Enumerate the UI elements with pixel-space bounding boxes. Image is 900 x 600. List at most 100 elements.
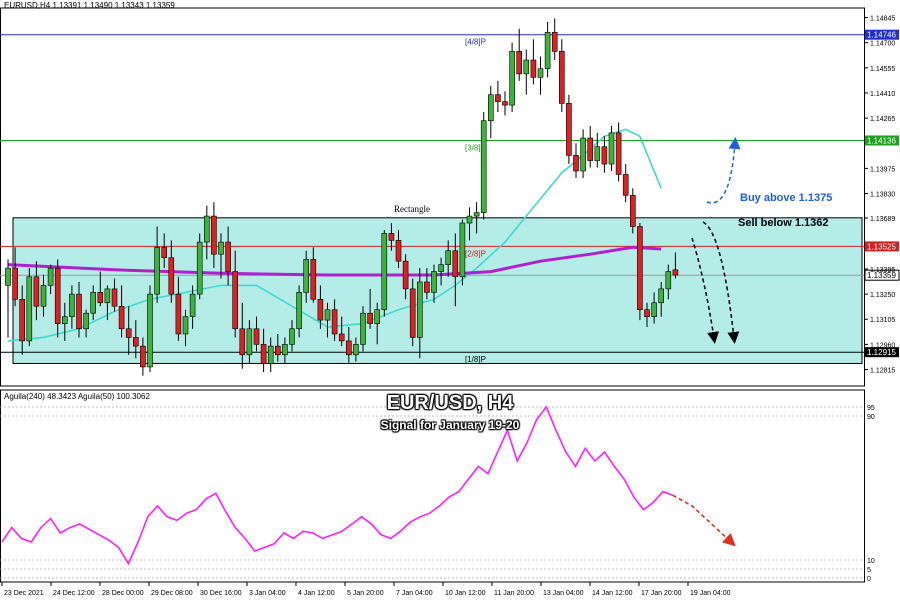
bull-candle-body bbox=[282, 344, 288, 356]
x-tick-label: 7 Jan 04:00 bbox=[396, 590, 433, 597]
bull-candle-body bbox=[90, 292, 96, 314]
price-tick-label: 1.13395 bbox=[870, 267, 895, 274]
x-tick-label: 28 Dec 00:00 bbox=[102, 590, 144, 597]
x-tick-label: 23 Dec 2021 bbox=[4, 590, 44, 597]
bull-candle-body bbox=[509, 51, 515, 106]
price-tick-label: 1.13975 bbox=[870, 166, 895, 173]
bull-candle-body bbox=[147, 293, 153, 368]
level-label-3: [1/8]P bbox=[465, 355, 486, 364]
osc-tick-label: 10 bbox=[867, 558, 875, 565]
bull-candle-body bbox=[40, 285, 47, 307]
bear-candle-body bbox=[573, 155, 579, 172]
bull-candle-body bbox=[473, 212, 480, 217]
bull-candle-body bbox=[360, 312, 366, 345]
chart-overlay-subtitle: Signal for January 19-20 bbox=[380, 418, 520, 432]
bear-candle-body bbox=[260, 344, 267, 364]
rectangle-label: Rectangle bbox=[394, 204, 430, 214]
bull-candle-body bbox=[104, 288, 111, 304]
bull-candle-body bbox=[5, 267, 11, 286]
candle bbox=[360, 306, 366, 352]
sell-annotation: Sell below 1.1362 bbox=[738, 217, 829, 229]
level-tag-3: 1.12915 bbox=[867, 348, 896, 357]
bear-candle-body bbox=[118, 305, 125, 330]
bull-candle-body bbox=[594, 146, 601, 161]
bull-candle-body bbox=[480, 120, 487, 213]
bear-candle-body bbox=[33, 276, 40, 307]
candle bbox=[566, 94, 572, 165]
bear-candle-body bbox=[502, 101, 508, 106]
bull-candle-body bbox=[665, 271, 672, 290]
bear-candle-body bbox=[495, 94, 501, 102]
bear-candle-body bbox=[140, 345, 146, 368]
bull-candle-body bbox=[289, 328, 295, 345]
bear-candle-body bbox=[558, 51, 565, 104]
candle bbox=[608, 125, 615, 171]
bear-candle-body bbox=[629, 194, 636, 227]
bear-candle-body bbox=[615, 132, 622, 175]
bull-candle-body bbox=[438, 264, 444, 272]
price-tick-label: 1.14265 bbox=[870, 116, 895, 123]
bear-candle-body bbox=[409, 288, 416, 338]
bull-candle-body bbox=[466, 215, 473, 224]
bull-candle-body bbox=[651, 302, 657, 317]
bull-candle-body bbox=[544, 31, 551, 69]
bear-candle-body bbox=[253, 328, 260, 345]
bull-candle-body bbox=[83, 312, 89, 330]
bull-candle-body bbox=[189, 293, 196, 317]
level-label-0: [4/8]P bbox=[465, 38, 486, 47]
bear-candle-body bbox=[54, 267, 61, 324]
level-tag-2: 1.13525 bbox=[867, 242, 896, 251]
bull-candle-body bbox=[381, 233, 388, 311]
price-tick-label: 1.13689 bbox=[870, 216, 895, 223]
candle bbox=[459, 219, 466, 286]
buy-annotation: Buy above 1.1375 bbox=[740, 192, 832, 204]
bull-candle-body bbox=[69, 293, 75, 317]
bear-candle-body bbox=[672, 269, 679, 276]
bull-candle-body bbox=[303, 259, 310, 293]
bear-candle-body bbox=[345, 340, 352, 356]
bull-candle-body bbox=[61, 316, 68, 324]
bear-candle-body bbox=[338, 333, 345, 342]
candle bbox=[409, 278, 416, 347]
bull-candle-body bbox=[182, 316, 189, 335]
x-tick-label: 11 Jan 20:00 bbox=[494, 590, 534, 597]
bull-candle-body bbox=[374, 309, 381, 324]
bull-candle-body bbox=[608, 132, 615, 165]
bear-candle-body bbox=[97, 292, 104, 304]
candle bbox=[381, 229, 388, 317]
bear-candle-body bbox=[551, 31, 558, 52]
price-tick-label: 1.13830 bbox=[870, 192, 895, 199]
rectangle-zone bbox=[12, 217, 863, 364]
candle bbox=[26, 268, 33, 347]
candle bbox=[147, 285, 153, 373]
price-tick-label: 1.14845 bbox=[870, 16, 895, 23]
price-tick-label: 1.14700 bbox=[870, 41, 895, 48]
bear-candle-body bbox=[76, 293, 82, 330]
price-tick-label: 1.14555 bbox=[870, 66, 895, 73]
bull-candle-body bbox=[26, 276, 33, 342]
bull-candle-body bbox=[196, 241, 203, 295]
bull-candle-body bbox=[246, 328, 253, 356]
bull-candle-body bbox=[580, 137, 586, 172]
bear-candle-body bbox=[211, 215, 217, 255]
bull-candle-body bbox=[523, 59, 530, 75]
bull-candle-body bbox=[537, 68, 544, 78]
bear-candle-body bbox=[317, 299, 324, 321]
price-tick-label: 1.12960 bbox=[870, 342, 895, 349]
x-tick-label: 14 Jan 12:00 bbox=[592, 590, 633, 597]
x-tick-label: 29 Dec 08:00 bbox=[151, 590, 193, 597]
price-tick-label: 1.14410 bbox=[870, 91, 895, 98]
bear-candle-body bbox=[566, 103, 572, 156]
bull-candle-body bbox=[218, 241, 224, 255]
candle bbox=[480, 112, 487, 220]
eurusd-h4-chart: Rectangle[4/8]P1.14746[3/8]P1.14136[2/8]… bbox=[0, 7, 900, 597]
bear-candle-body bbox=[601, 146, 608, 165]
bear-candle-body bbox=[310, 259, 317, 300]
x-tick-label: 17 Jan 20:00 bbox=[641, 590, 682, 597]
bear-candle-body bbox=[367, 312, 373, 324]
bear-candle-body bbox=[232, 271, 238, 330]
bear-candle-body bbox=[175, 293, 182, 335]
x-tick-label: 24 Dec 12:00 bbox=[53, 590, 95, 597]
x-axis: 23 Dec 2021 24 Dec 12:00 28 Dec 00:00 29 De… bbox=[1, 582, 731, 597]
price-tick-label: 1.13250 bbox=[870, 292, 895, 299]
